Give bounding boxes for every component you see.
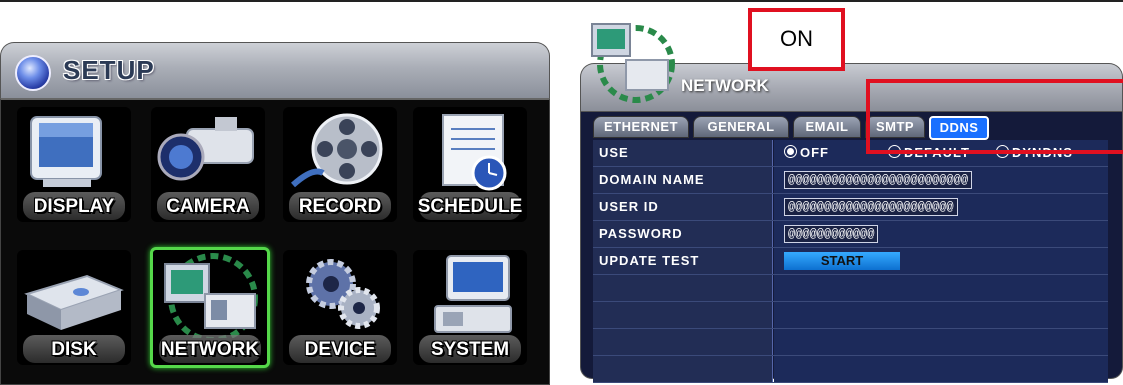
menu-tile-network[interactable]: NETWORK (150, 247, 270, 368)
radio-off-label: OFF (800, 145, 829, 160)
monitor-icon (30, 116, 102, 187)
film-reel-icon (290, 113, 383, 188)
tile-label: DISPLAY (33, 196, 115, 217)
tile-label: SYSTEM (430, 339, 510, 360)
user-id-field[interactable]: @@@@@@@@@@@@@@@@@@@@@@@ (784, 198, 958, 216)
disk-drive-icon (24, 274, 124, 330)
menu-tile-system[interactable]: SYSTEM (413, 250, 527, 365)
empty-cell (774, 329, 1108, 355)
empty-row (593, 329, 1108, 356)
gears-icon (306, 259, 380, 329)
empty-row (593, 275, 1108, 302)
domain-name-value: @@@@@@@@@@@@@@@@@@@@@@@@@ (774, 167, 1108, 193)
network-icon (164, 253, 258, 338)
empty-cell (774, 302, 1108, 328)
user-id-label: USER ID (593, 194, 773, 220)
tile-label: DEVICE (304, 339, 376, 360)
camera-icon (157, 117, 254, 181)
tile-label: NETWORK (160, 339, 260, 360)
tab-email[interactable]: EMAIL (793, 116, 861, 138)
domain-name-field[interactable]: @@@@@@@@@@@@@@@@@@@@@@@@@ (784, 171, 973, 189)
tab-ethernet[interactable]: ETHERNET (593, 116, 689, 138)
setup-header: SETUP (0, 42, 550, 99)
computer-icon (434, 255, 512, 333)
empty-cell (593, 356, 773, 382)
menu-tile-schedule[interactable]: SCHEDULE (413, 107, 527, 222)
user-id-value: @@@@@@@@@@@@@@@@@@@@@@@ (774, 194, 1108, 220)
setup-panel: SETUP DISPLAY CAMERA RECORD SCHEDULE DIS… (0, 42, 550, 385)
update-test-label: UPDATE TEST (593, 248, 773, 274)
menu-tile-disk[interactable]: DISK (17, 250, 131, 365)
on-annotation-label: ON (780, 26, 813, 51)
setup-menu-grid: DISPLAY CAMERA RECORD SCHEDULE DISK NETW… (0, 98, 550, 385)
notepad-clock-icon (442, 114, 507, 191)
password-field[interactable]: @@@@@@@@@@@@ (784, 225, 879, 243)
empty-cell (593, 302, 773, 328)
radio-off[interactable]: OFF (784, 145, 829, 160)
on-annotation-box: ON (748, 8, 845, 71)
empty-cell (593, 275, 773, 301)
tile-label: SCHEDULE (417, 196, 523, 217)
menu-tile-record[interactable]: RECORD (283, 107, 397, 222)
empty-cell (774, 356, 1108, 382)
tile-label: DISK (51, 339, 97, 360)
tile-label: CAMERA (166, 196, 250, 217)
row-domain-name: DOMAIN NAME @@@@@@@@@@@@@@@@@@@@@@@@@ (593, 167, 1108, 194)
menu-tile-device[interactable]: DEVICE (283, 250, 397, 365)
password-value: @@@@@@@@@@@@ (774, 221, 1108, 247)
setup-title: SETUP (63, 55, 155, 85)
use-label: USE (593, 140, 773, 166)
network-title: NETWORK (681, 76, 769, 95)
empty-cell (593, 329, 773, 355)
tile-label: RECORD (298, 196, 382, 217)
network-icon (591, 23, 675, 103)
row-update-test: UPDATE TEST START (593, 248, 1108, 275)
setup-orb-icon (15, 55, 51, 91)
highlight-annotation-box (866, 79, 1123, 154)
network-panel: NETWORK ETHERNET GENERAL EMAIL SMTP DDNS… (580, 20, 1123, 383)
top-divider (0, 0, 1123, 2)
empty-row (593, 302, 1108, 329)
menu-tile-display[interactable]: DISPLAY (17, 107, 131, 222)
password-label: PASSWORD (593, 221, 773, 247)
empty-cell (774, 275, 1108, 301)
tab-general[interactable]: GENERAL (693, 116, 789, 138)
empty-row (593, 356, 1108, 383)
radio-dot-selected-icon (784, 145, 797, 158)
menu-tile-camera[interactable]: CAMERA (151, 107, 265, 222)
domain-name-label: DOMAIN NAME (593, 167, 773, 193)
row-password: PASSWORD @@@@@@@@@@@@ (593, 221, 1108, 248)
row-user-id: USER ID @@@@@@@@@@@@@@@@@@@@@@@ (593, 194, 1108, 221)
update-test-value: START (774, 248, 1108, 274)
start-button[interactable]: START (784, 252, 900, 270)
